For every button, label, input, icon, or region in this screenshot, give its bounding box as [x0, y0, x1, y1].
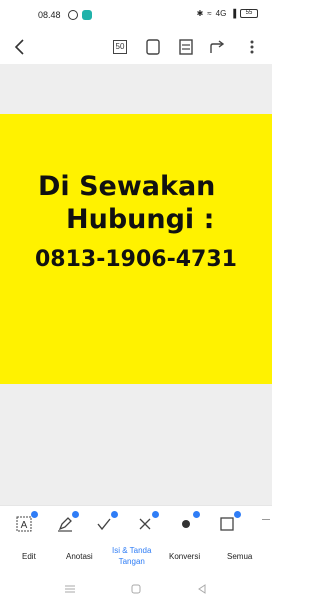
app-notification-icon: [82, 10, 92, 20]
more-tools-indicator: [262, 519, 270, 520]
badge-dot: [31, 511, 38, 518]
tab-fill-sign-line2: Tangan: [118, 557, 145, 566]
screen: 08.48 ✱ ≈ 4G ▐ 55 50 Di Sewakan Hubungi …: [0, 0, 272, 604]
top-toolbar: 50: [0, 30, 272, 64]
tab-edit[interactable]: Edit: [22, 551, 36, 562]
cross-icon[interactable]: [134, 511, 159, 534]
back-chevron-left-icon[interactable]: [10, 37, 30, 57]
badge-dot: [193, 511, 200, 518]
tab-fill-sign-line1: Isi & Tanda: [112, 546, 152, 555]
tab-annotate[interactable]: Anotasi: [66, 551, 93, 562]
battery-icon: 55: [240, 9, 258, 18]
tools-bar: A Edit Anotasi Isi & Tanda Tangan Konver…: [0, 505, 272, 575]
tab-all[interactable]: Semua: [227, 551, 252, 562]
square-icon[interactable]: [216, 511, 241, 534]
menu-icon[interactable]: [64, 581, 76, 599]
tab-convert[interactable]: Konversi: [169, 551, 200, 562]
reader-mode-icon[interactable]: [176, 37, 196, 57]
vibrate-icon: ≈: [207, 9, 212, 18]
more-vertical-icon[interactable]: [242, 37, 262, 57]
badge-dot: [234, 511, 241, 518]
document-page: Di Sewakan Hubungi : 0813-1906-4731: [0, 114, 272, 384]
document-heading: Di Sewakan: [38, 171, 216, 202]
status-time: 08.48: [38, 10, 61, 20]
text-box-icon[interactable]: A: [13, 511, 38, 534]
page-count-button[interactable]: 50: [110, 37, 130, 57]
status-icons: ✱ ≈ 4G ▐ 55: [197, 9, 258, 18]
home-icon[interactable]: [130, 581, 142, 599]
badge-dot: [111, 511, 118, 518]
share-icon[interactable]: [208, 37, 228, 57]
page-count: 50: [113, 40, 127, 54]
pen-icon[interactable]: [54, 511, 79, 534]
page-view-icon[interactable]: [143, 37, 163, 57]
back-icon[interactable]: [196, 581, 208, 599]
status-bar: 08.48 ✱ ≈ 4G ▐ 55: [0, 0, 272, 30]
badge-dot: [72, 511, 79, 518]
network-label: 4G: [215, 9, 227, 18]
document-viewer[interactable]: Di Sewakan Hubungi : 0813-1906-4731: [0, 64, 272, 505]
svg-text:A: A: [21, 520, 28, 531]
document-subheading: Hubungi :: [66, 204, 215, 235]
document-phone-number: 0813-1906-4731: [35, 247, 237, 272]
tab-fill-sign[interactable]: Isi & Tanda Tangan: [112, 545, 151, 567]
navigation-bar: [0, 575, 272, 604]
dot-icon[interactable]: [175, 511, 200, 534]
check-icon[interactable]: [93, 511, 118, 534]
bluetooth-icon: ✱: [196, 9, 204, 18]
signal-icon: ▐: [230, 9, 236, 18]
badge-dot: [152, 511, 159, 518]
whatsapp-icon: [68, 10, 78, 20]
